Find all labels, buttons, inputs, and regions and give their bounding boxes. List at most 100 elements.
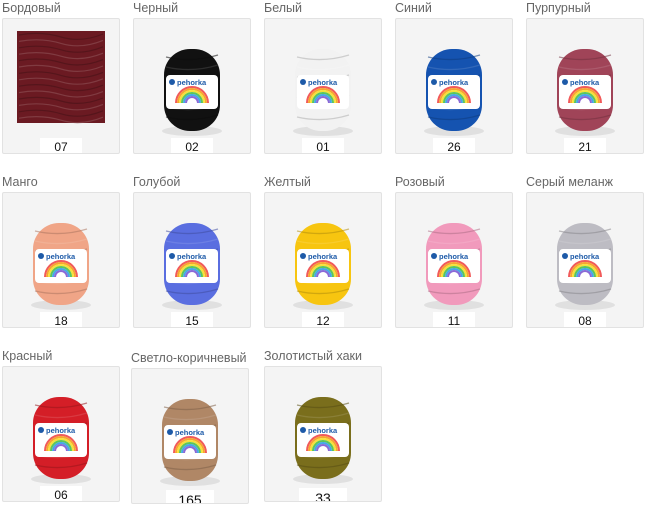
swatch-card[interactable]: pehorka 06 xyxy=(2,366,120,502)
color-code: 12 xyxy=(302,312,344,327)
swatch-card[interactable]: pehorka 21 xyxy=(526,18,644,154)
brand-logo-mark xyxy=(300,427,306,433)
swatch-card[interactable]: pehorka 12 xyxy=(264,192,382,328)
swatch-card[interactable]: pehorka 15 xyxy=(133,192,251,328)
color-name: Серый меланж xyxy=(526,175,614,189)
pehorka-label: pehorka xyxy=(297,249,349,283)
yarn-texture xyxy=(17,31,105,123)
swatch-image: pehorka xyxy=(160,399,220,486)
color-swatch-grey-melange[interactable]: Серый меланж pehorka 08 xyxy=(526,174,644,334)
color-swatch-white[interactable]: Белый pehorka 01 xyxy=(264,0,382,160)
color-swatch-purple[interactable]: Пурпурный pehorka 21 xyxy=(526,0,644,160)
swatch-image: pehorka xyxy=(293,49,353,136)
color-name: Манго xyxy=(2,175,38,189)
brand-name: pehorka xyxy=(439,78,469,87)
pehorka-label: pehorka xyxy=(297,423,349,457)
swatch-card[interactable]: pehorka 18 xyxy=(2,192,120,328)
pehorka-label: pehorka xyxy=(35,249,87,283)
brand-name: pehorka xyxy=(439,252,469,261)
color-code: 11 xyxy=(433,312,475,327)
color-code: 21 xyxy=(564,138,606,153)
color-code: 33 xyxy=(299,488,347,501)
brand-logo-mark xyxy=(167,429,173,435)
brand-logo-mark xyxy=(169,79,175,85)
brand-logo-mark xyxy=(562,253,568,259)
color-code: 06 xyxy=(40,486,82,501)
color-swatch-red[interactable]: Красный pehorka 06 xyxy=(2,348,120,508)
brand-name: pehorka xyxy=(177,78,207,87)
color-swatch-black[interactable]: Черный pehorka 02 xyxy=(133,0,251,160)
swatch-image: pehorka xyxy=(555,223,615,310)
pehorka-label: pehorka xyxy=(428,75,480,109)
brand-logo-mark xyxy=(38,427,44,433)
brand-logo-mark xyxy=(431,253,437,259)
pehorka-label: pehorka xyxy=(559,249,611,283)
color-swatch-yellow[interactable]: Желтый pehorka 12 xyxy=(264,174,382,334)
color-swatch-mango[interactable]: Манго pehorka 18 xyxy=(2,174,120,334)
color-code: 165 xyxy=(166,490,214,503)
pehorka-label: pehorka xyxy=(166,75,218,109)
brand-logo-mark xyxy=(562,79,568,85)
color-swatch-light-brown[interactable]: Светло-коричневый pehorka 165 xyxy=(131,350,249,510)
color-name: Розовый xyxy=(395,175,445,189)
swatch-card[interactable]: pehorka 33 xyxy=(264,366,382,502)
brand-logo-mark xyxy=(38,253,44,259)
brand-name: pehorka xyxy=(570,252,600,261)
swatch-image: pehorka xyxy=(293,397,353,484)
swatch-card[interactable]: pehorka 01 xyxy=(264,18,382,154)
swatch-card[interactable]: pehorka 11 xyxy=(395,192,513,328)
color-code: 01 xyxy=(302,138,344,153)
swatch-image: pehorka xyxy=(31,223,91,310)
color-code: 02 xyxy=(171,138,213,153)
pehorka-label: pehorka xyxy=(297,75,349,109)
brand-name: pehorka xyxy=(308,426,338,435)
brand-name: pehorka xyxy=(46,426,76,435)
color-code: 08 xyxy=(564,312,606,327)
swatch-image: pehorka xyxy=(424,223,484,310)
brand-logo-mark xyxy=(431,79,437,85)
brand-name: pehorka xyxy=(308,252,338,261)
swatch-image: pehorka xyxy=(162,223,222,310)
pehorka-label: pehorka xyxy=(164,425,216,459)
color-name: Золотистый хаки xyxy=(264,349,362,363)
color-swatch-light-blue[interactable]: Голубой pehorka 15 xyxy=(133,174,251,334)
color-swatch-burgundy[interactable]: Бордовый 07 xyxy=(2,0,120,160)
color-name: Пурпурный xyxy=(526,1,591,15)
swatch-card[interactable]: pehorka 02 xyxy=(133,18,251,154)
swatch-image: pehorka xyxy=(162,49,222,136)
color-swatch-pink[interactable]: Розовый pehorka 11 xyxy=(395,174,513,334)
swatch-image: pehorka xyxy=(31,397,91,484)
swatch-image: pehorka xyxy=(555,49,615,136)
brand-name: pehorka xyxy=(175,428,205,437)
color-name: Бордовый xyxy=(2,1,61,15)
color-code: 26 xyxy=(433,138,475,153)
swatch-card[interactable]: pehorka 165 xyxy=(131,368,249,504)
swatch-image: pehorka xyxy=(293,223,353,310)
brand-name: pehorka xyxy=(308,78,338,87)
swatch-card[interactable]: pehorka 08 xyxy=(526,192,644,328)
brand-logo-mark xyxy=(300,79,306,85)
color-name: Голубой xyxy=(133,175,181,189)
pehorka-label: pehorka xyxy=(35,423,87,457)
swatch-image xyxy=(17,31,105,124)
swatch-image: pehorka xyxy=(424,49,484,136)
pehorka-label: pehorka xyxy=(559,75,611,109)
color-name: Синий xyxy=(395,1,432,15)
brand-name: pehorka xyxy=(177,252,207,261)
color-name: Белый xyxy=(264,1,303,15)
color-name: Желтый xyxy=(264,175,311,189)
color-code: 07 xyxy=(40,138,82,153)
swatch-card[interactable]: 07 xyxy=(2,18,120,154)
color-code: 15 xyxy=(171,312,213,327)
brand-logo-mark xyxy=(300,253,306,259)
swatch-card[interactable]: pehorka 26 xyxy=(395,18,513,154)
brand-name: pehorka xyxy=(570,78,600,87)
pehorka-label: pehorka xyxy=(428,249,480,283)
color-swatch-golden-khaki[interactable]: Золотистый хаки pehorka 33 xyxy=(264,348,382,508)
brand-logo-mark xyxy=(169,253,175,259)
color-name: Светло-коричневый xyxy=(131,351,247,365)
color-swatch-blue[interactable]: Синий pehorka 26 xyxy=(395,0,513,160)
color-code: 18 xyxy=(40,312,82,327)
pehorka-label: pehorka xyxy=(166,249,218,283)
brand-name: pehorka xyxy=(46,252,76,261)
